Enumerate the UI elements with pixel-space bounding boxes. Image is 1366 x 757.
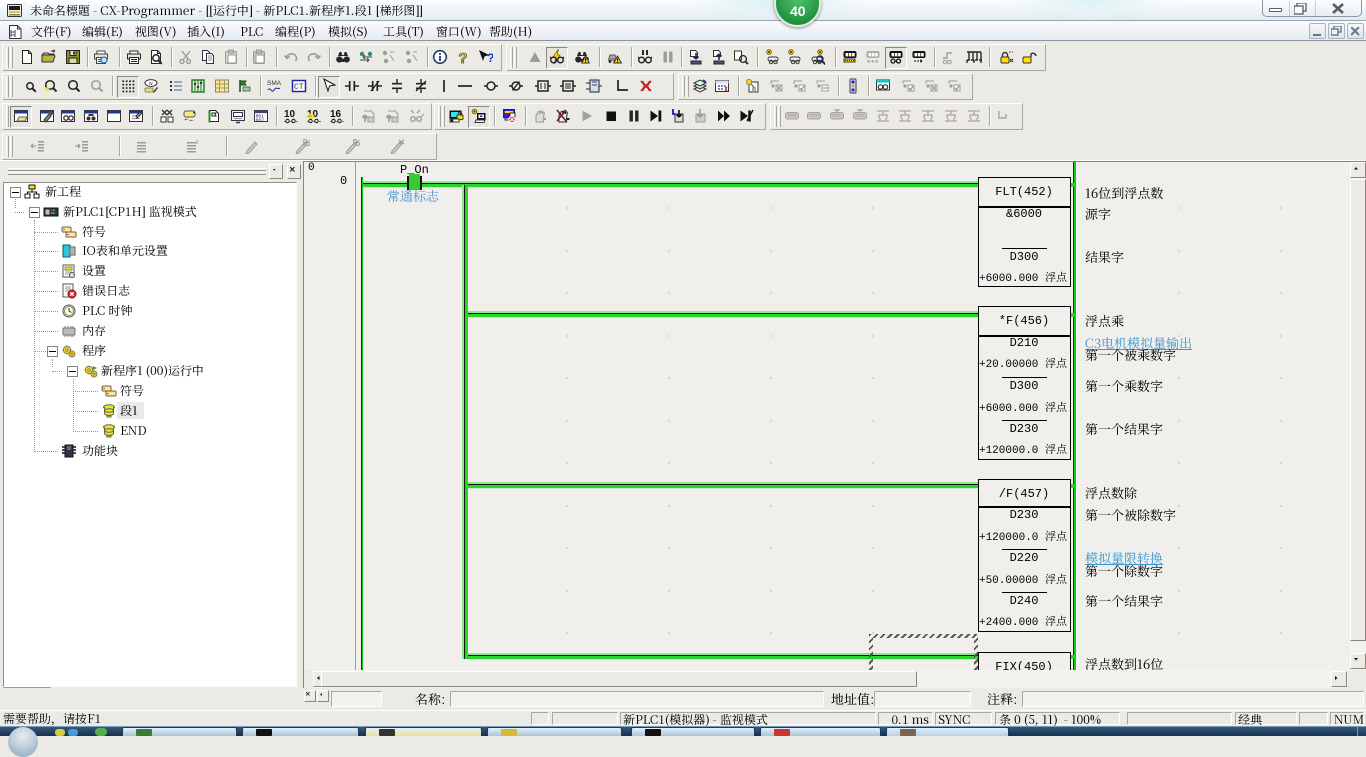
svg-text:SMA: SMA — [267, 80, 282, 87]
svg-text:w: w — [149, 81, 153, 87]
svg-text:?: ? — [458, 50, 467, 65]
svg-text:?: ? — [487, 51, 493, 65]
svg-text:16: 16 — [330, 109, 342, 120]
svg-text:CT: CT — [294, 83, 304, 92]
svg-text:002: 002 — [256, 118, 265, 124]
svg-text:10: 10 — [284, 109, 296, 120]
